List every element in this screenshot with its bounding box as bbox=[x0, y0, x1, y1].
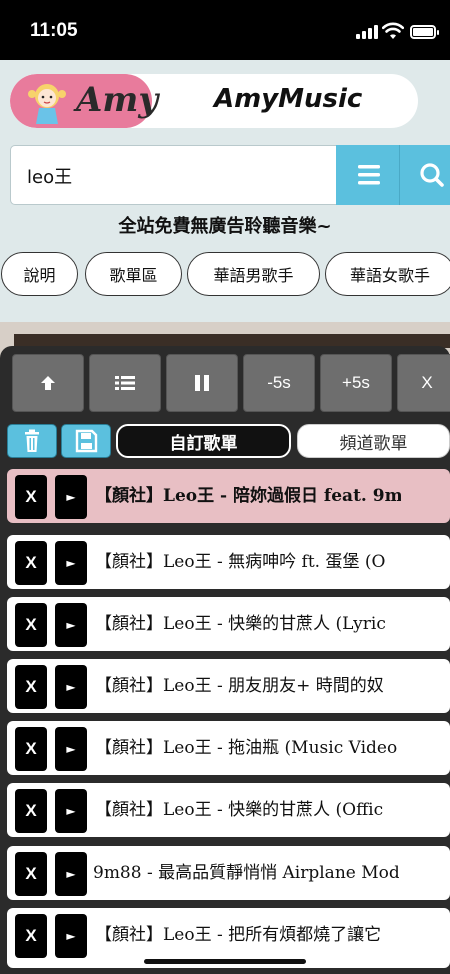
song-title[interactable]: 【顏社】Leo王 - 朋友朋友+ 時間的奴 bbox=[95, 659, 401, 713]
site-title: AmyMusic bbox=[214, 84, 363, 114]
battery-icon bbox=[410, 25, 439, 39]
remove-song-button[interactable]: X bbox=[15, 789, 47, 833]
wifi-icon bbox=[382, 22, 404, 39]
search-input[interactable] bbox=[27, 162, 327, 190]
rewind-5s-button[interactable]: -5s bbox=[243, 354, 315, 412]
scroll-top-button[interactable] bbox=[12, 354, 84, 412]
search-button[interactable] bbox=[400, 145, 450, 205]
save-playlist-button[interactable] bbox=[61, 424, 111, 458]
cellular-signal-icon bbox=[356, 25, 378, 39]
remove-song-button[interactable]: X bbox=[15, 727, 47, 771]
category-playlists[interactable]: 歌單區 bbox=[85, 252, 182, 296]
tab-channel-playlist[interactable]: 頻道歌單 bbox=[297, 424, 450, 458]
hamburger-icon bbox=[358, 165, 380, 185]
category-female-singers[interactable]: 華語女歌手 bbox=[325, 252, 450, 296]
pause-icon bbox=[195, 375, 209, 391]
clear-playlist-button[interactable] bbox=[7, 424, 57, 458]
play-song-button[interactable]: ► bbox=[55, 789, 87, 833]
trash-icon bbox=[25, 429, 39, 452]
menu-button[interactable] bbox=[336, 145, 400, 205]
forward-5s-button[interactable]: +5s bbox=[320, 354, 392, 412]
list-button[interactable] bbox=[89, 354, 161, 412]
girl-mascot-icon bbox=[28, 84, 66, 124]
play-song-button[interactable]: ► bbox=[55, 665, 87, 709]
playlist-row[interactable]: X ► 【顏社】Leo王 - 朋友朋友+ 時間的奴 bbox=[7, 659, 450, 713]
playlist-row[interactable]: X ► 9m88 - 最高品質靜悄悄 Airplane Mod bbox=[7, 846, 450, 900]
song-title[interactable]: 【顏社】Leo王 - 把所有煩都燒了讓它 bbox=[95, 908, 401, 962]
logo-text: Amy bbox=[76, 80, 159, 120]
slogan: 全站免費無廣告聆聽音樂~ bbox=[118, 216, 332, 237]
tab-custom-playlist[interactable]: 自訂歌單 bbox=[116, 424, 291, 458]
category-male-singers[interactable]: 華語男歌手 bbox=[187, 252, 320, 296]
remove-song-button[interactable]: X bbox=[15, 665, 47, 709]
close-player-button[interactable]: X bbox=[397, 354, 450, 412]
play-song-button[interactable]: ► bbox=[55, 852, 87, 896]
remove-song-button[interactable]: X bbox=[15, 541, 47, 585]
site-logo[interactable]: Amy AmyMusic bbox=[10, 74, 418, 128]
arrow-up-icon bbox=[41, 376, 55, 390]
play-song-button[interactable]: ► bbox=[55, 727, 87, 771]
song-title[interactable]: 【顏社】Leo王 - 快樂的甘蔗人 (Offic bbox=[95, 783, 401, 837]
status-bar: 11:05 bbox=[0, 0, 450, 60]
home-indicator[interactable] bbox=[144, 959, 306, 964]
play-song-button[interactable]: ► bbox=[55, 541, 87, 585]
song-title[interactable]: 【顏社】Leo王 - 快樂的甘蔗人 (Lyric bbox=[95, 597, 401, 651]
list-icon bbox=[115, 376, 135, 390]
pause-button[interactable] bbox=[166, 354, 238, 412]
playlist-row[interactable]: X ► 【顏社】Leo王 - 陪妳過假日 feat. 9m bbox=[7, 469, 450, 523]
play-song-button[interactable]: ► bbox=[55, 603, 87, 647]
remove-song-button[interactable]: X bbox=[15, 914, 47, 958]
song-title[interactable]: 9m88 - 最高品質靜悄悄 Airplane Mod bbox=[93, 846, 399, 900]
save-icon bbox=[75, 429, 98, 453]
play-song-button[interactable]: ► bbox=[55, 914, 87, 958]
song-title[interactable]: 【顏社】Leo王 - 陪妳過假日 feat. 9m bbox=[95, 469, 401, 523]
remove-song-button[interactable]: X bbox=[15, 475, 47, 519]
search-icon bbox=[420, 163, 444, 187]
playlist-row[interactable]: X ► 【顏社】Leo王 - 拖油瓶 (Music Video bbox=[7, 721, 450, 775]
play-song-button[interactable]: ► bbox=[55, 475, 87, 519]
playlist-row[interactable]: X ► 【顏社】Leo王 - 快樂的甘蔗人 (Offic bbox=[7, 783, 450, 837]
song-title[interactable]: 【顏社】Leo王 - 無病呻吟 ft. 蛋堡 (O bbox=[95, 535, 401, 589]
song-title[interactable]: 【顏社】Leo王 - 拖油瓶 (Music Video bbox=[95, 721, 401, 775]
status-time: 11:05 bbox=[30, 20, 78, 41]
playlist-row[interactable]: X ► 【顏社】Leo王 - 快樂的甘蔗人 (Lyric bbox=[7, 597, 450, 651]
remove-song-button[interactable]: X bbox=[15, 603, 47, 647]
remove-song-button[interactable]: X bbox=[15, 852, 47, 896]
playlist-row[interactable]: X ► 【顏社】Leo王 - 無病呻吟 ft. 蛋堡 (O bbox=[7, 535, 450, 589]
category-help[interactable]: 說明 bbox=[1, 252, 78, 296]
